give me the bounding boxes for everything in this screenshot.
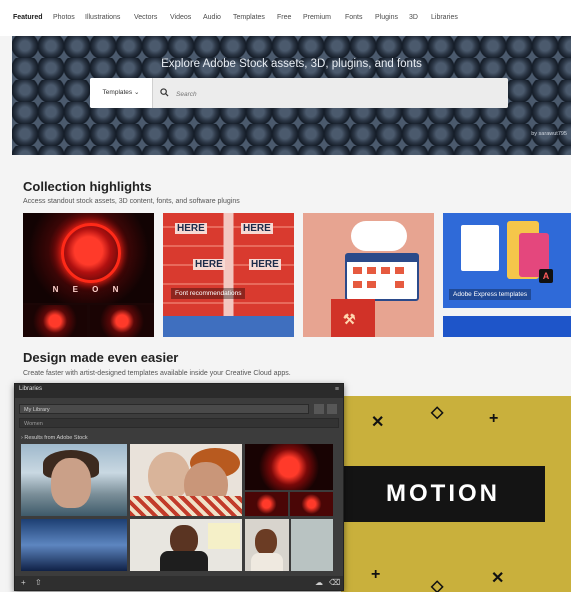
nav-fonts[interactable]: Fonts xyxy=(345,14,363,21)
here-tile: HERE xyxy=(193,259,225,270)
tools-icon: ⚒ xyxy=(343,311,356,327)
neon-word: N E O N xyxy=(52,285,125,294)
nav-vectors[interactable]: Vectors xyxy=(134,14,157,21)
search-icon xyxy=(160,88,169,97)
nav-videos[interactable]: Videos xyxy=(170,14,191,21)
stock-thumbnail[interactable] xyxy=(21,519,127,571)
card-caption: Font recommendations xyxy=(171,288,246,299)
top-nav: Featured Photos Illustrations Vectors Vi… xyxy=(0,0,571,36)
results-header[interactable]: › Results from Adobe Stock xyxy=(21,435,88,441)
panel-footer: + ⇧ ☁ ⌫ xyxy=(15,576,343,590)
design-subtitle: Create faster with artist-designed templ… xyxy=(23,370,291,377)
nav-templates[interactable]: Templates xyxy=(233,14,265,21)
plus-icon: + xyxy=(489,410,499,427)
search-type-label: Templates xyxy=(102,89,133,96)
results-label: Results from Adobe Stock xyxy=(24,435,88,441)
trash-icon[interactable]: ⌫ xyxy=(329,578,340,587)
tab-libraries[interactable]: Libraries xyxy=(19,386,42,392)
collection-subtitle: Access standout stock assets, 3D content… xyxy=(23,198,240,205)
neon-thumb-right xyxy=(90,305,154,337)
search-type-dropdown[interactable]: Templates ⌄ xyxy=(90,78,153,108)
nav-featured[interactable]: Featured xyxy=(13,14,43,21)
here-tile: HERE xyxy=(175,223,207,234)
libraries-panel: Libraries ≡ My Library Women › Results f… xyxy=(14,383,344,591)
here-tile: HERE xyxy=(241,223,273,234)
nav-3d[interactable]: 3D xyxy=(409,14,418,21)
here-tile: HERE xyxy=(249,259,281,270)
x-mark-icon: ✕ xyxy=(491,570,505,587)
panel-menu-icon[interactable]: ≡ xyxy=(335,386,339,393)
nav-free[interactable]: Free xyxy=(277,14,291,21)
design-title: Design made even easier xyxy=(23,350,179,365)
nav-photos[interactable]: Photos xyxy=(53,14,75,21)
stock-thumbnail[interactable] xyxy=(245,444,333,490)
card-caption: Adobe Express templates xyxy=(449,289,532,300)
upload-icon[interactable]: ⇧ xyxy=(35,578,42,587)
nav-premium[interactable]: Premium xyxy=(303,14,331,21)
stock-thumbnail[interactable] xyxy=(291,519,333,571)
motion-word: MOTION xyxy=(386,480,500,507)
neon-thumb-left xyxy=(23,305,87,337)
card-cloud-plugins[interactable]: ⚒ xyxy=(303,213,434,337)
search-input[interactable] xyxy=(174,84,498,104)
cloud-sync-icon[interactable]: ☁ xyxy=(315,578,323,587)
diamond-icon: ◇ xyxy=(431,404,444,421)
stock-thumbnail[interactable] xyxy=(245,519,289,571)
diamond-icon: ◇ xyxy=(431,578,444,592)
hero-banner: Explore Adobe Stock assets, 3D, plugins,… xyxy=(12,36,571,155)
image-credit: by sarawut795 xyxy=(531,131,567,137)
grid-view-icon[interactable] xyxy=(314,404,324,414)
stock-thumbnail[interactable] xyxy=(245,492,288,516)
template-thumb xyxy=(461,225,499,271)
add-icon[interactable]: + xyxy=(21,578,26,587)
library-search-input[interactable]: Women xyxy=(19,418,339,428)
card-strip xyxy=(443,316,571,337)
browser-window-illustration xyxy=(345,253,419,301)
nav-libraries[interactable]: Libraries xyxy=(431,14,458,21)
card-strip xyxy=(163,316,294,337)
card-font-recommendations[interactable]: HERE HERE HERE HERE Font recommendations xyxy=(163,213,294,321)
stock-thumbnail[interactable] xyxy=(290,492,333,516)
motion-template-preview[interactable]: ✕ ◇ + MOTION + ◇ ✕ xyxy=(341,396,571,592)
nav-illustrations[interactable]: Illustrations xyxy=(85,14,120,21)
nav-audio[interactable]: Audio xyxy=(203,14,221,21)
card-neon[interactable]: N E O N xyxy=(23,213,154,337)
stock-thumbnail[interactable] xyxy=(130,519,242,571)
card-adobe-express[interactable]: A Adobe Express templates xyxy=(443,213,571,308)
chevron-down-icon: ⌄ xyxy=(133,89,140,96)
collection-title: Collection highlights xyxy=(23,179,152,194)
list-view-icon[interactable] xyxy=(327,404,337,414)
cloud-icon xyxy=(351,221,407,251)
search-bar: Templates ⌄ xyxy=(90,78,508,108)
plus-icon: + xyxy=(371,566,381,583)
neon-ring xyxy=(61,223,121,283)
nav-plugins[interactable]: Plugins xyxy=(375,14,398,21)
hero-title: Explore Adobe Stock assets, 3D, plugins,… xyxy=(161,58,422,70)
stock-thumbnail[interactable] xyxy=(21,444,127,516)
panel-tabbar: Libraries ≡ xyxy=(15,384,343,398)
adobe-express-logo-icon: A xyxy=(539,269,553,283)
x-mark-icon: ✕ xyxy=(371,414,385,431)
stock-thumbnail[interactable] xyxy=(130,444,242,516)
library-select[interactable]: My Library xyxy=(19,404,309,414)
